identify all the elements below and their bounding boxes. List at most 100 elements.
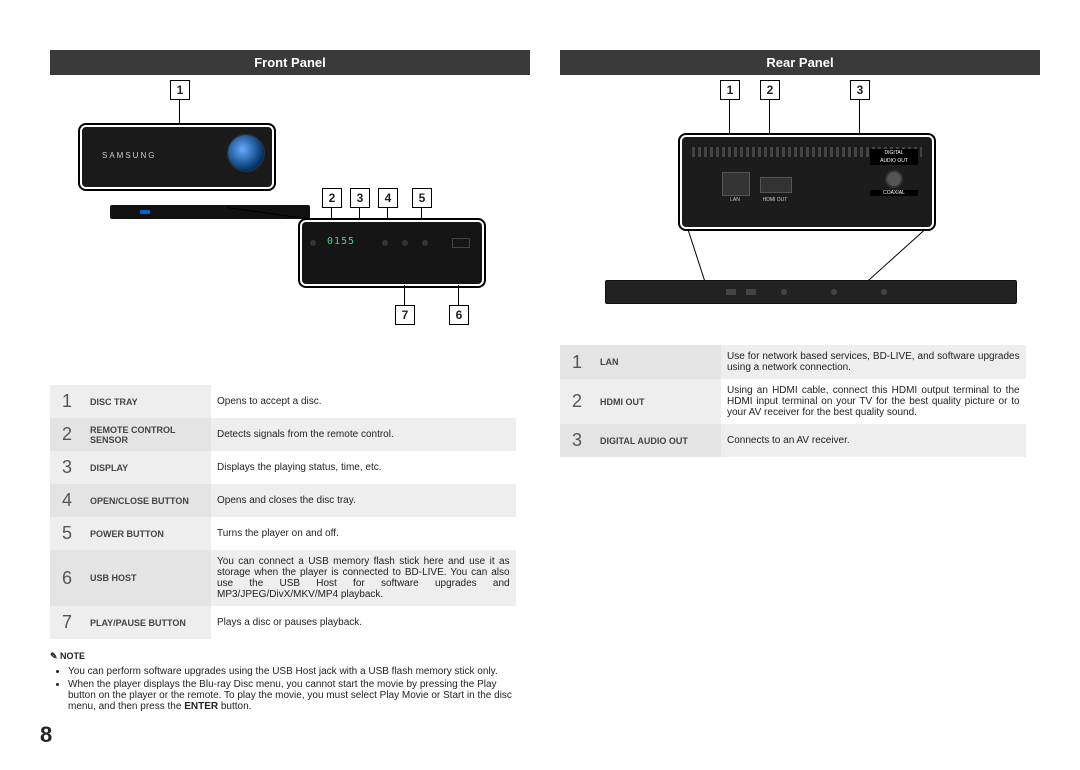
mini-port-icon [746,289,756,295]
hdmi-port-icon [760,177,792,193]
front-panel-diagram: 1 SAMSUNG 2 3 4 5 0155 [50,80,530,380]
callout-rear-2: 2 [760,80,780,100]
table-row: 4OPEN/CLOSE BUTTONOpens and closes the d… [50,484,516,517]
callout-rear-3: 3 [850,80,870,100]
row-label: HDMI OUT [594,379,721,424]
leader-line [861,229,925,287]
row-label: PLAY/PAUSE BUTTON [84,606,211,639]
hdmi-port-label: HDMI OUT [754,197,796,203]
table-row: 3DIGITAL AUDIO OUTConnects to an AV rece… [560,424,1026,457]
mini-port-icon [726,289,736,295]
bluray-logo-icon [228,135,264,171]
leader-line [404,285,405,305]
note-item: You can perform software upgrades using … [68,666,530,677]
row-number: 6 [50,550,84,606]
brand-label: SAMSUNG [102,151,156,160]
row-desc: Using an HDMI cable, connect this HDMI o… [721,379,1026,424]
callout-front-6: 6 [449,305,469,325]
lan-port-icon [722,172,750,196]
table-row: 2REMOTE CONTROL SENSORDetects signals fr… [50,418,516,451]
page-number: 8 [40,722,52,748]
leader-line [688,229,707,286]
rear-table-body: 1LANUse for network based services, BD-L… [560,345,1026,457]
enter-keyword: ENTER [184,701,218,712]
row-number: 2 [50,418,84,451]
mini-screw-icon [881,289,887,295]
table-row: 1LANUse for network based services, BD-L… [560,345,1026,379]
rear-panel-table: 1LANUse for network based services, BD-L… [560,345,1026,457]
row-number: 2 [560,379,594,424]
callout-front-5: 5 [412,188,432,208]
note-list: You can perform software upgrades using … [68,666,530,712]
table-row: 2HDMI OUTUsing an HDMI cable, connect th… [560,379,1026,424]
row-desc: Turns the player on and off. [211,517,516,550]
leader-line [458,285,459,305]
mini-screw-icon [831,289,837,295]
audio-label-1: DIGITAL [870,149,918,157]
row-label: OPEN/CLOSE BUTTON [84,484,211,517]
leader-line [179,100,180,125]
play-pause-btn-icon [402,240,408,246]
row-desc: You can connect a USB memory flash stick… [211,550,516,606]
front-panel-header: Front Panel [50,50,530,75]
row-label: USB HOST [84,550,211,606]
callout-rear-1: 1 [720,80,740,100]
rear-slim-view [605,280,1017,304]
row-number: 3 [560,424,594,457]
row-label: DISPLAY [84,451,211,484]
manual-page: Front Panel 1 SAMSUNG 2 3 4 5 0155 [0,0,1080,770]
row-label: DISC TRAY [84,385,211,418]
row-number: 7 [50,606,84,639]
coaxial-port-icon [885,170,903,188]
row-number: 5 [50,517,84,550]
note-title: NOTE [50,651,530,662]
power-btn-icon [422,240,428,246]
row-desc: Plays a disc or pauses playback. [211,606,516,639]
rear-panel-diagram: 1 2 3 LAN HDMI OUT DIGITAL AUDIO OUT COA… [560,80,1040,340]
front-table-body: 1DISC TRAYOpens to accept a disc.2REMOTE… [50,385,516,639]
device-zoom-view: 0155 [300,220,484,286]
table-row: 3DISPLAYDisplays the playing status, tim… [50,451,516,484]
right-column: Rear Panel 1 2 3 LAN HDMI OUT DIGITAL AU… [560,50,1040,750]
callout-front-1: 1 [170,80,190,100]
row-label: REMOTE CONTROL SENSOR [84,418,211,451]
usb-port-icon [452,238,470,248]
row-desc: Use for network based services, BD-LIVE,… [721,345,1026,379]
rear-zoom-view: LAN HDMI OUT DIGITAL AUDIO OUT COAXIAL [680,135,934,229]
mini-port-icon [781,289,787,295]
sensor-dot-icon [310,240,316,246]
callout-front-3: 3 [350,188,370,208]
audio-label-2: AUDIO OUT [870,157,918,165]
front-panel-table: 1DISC TRAYOpens to accept a disc.2REMOTE… [50,385,516,639]
lan-port-label: LAN [722,197,748,203]
row-label: POWER BUTTON [84,517,211,550]
row-desc: Displays the playing status, time, etc. [211,451,516,484]
audio-group: DIGITAL AUDIO OUT COAXIAL [870,149,918,196]
row-number: 1 [560,345,594,379]
rear-panel-header: Rear Panel [560,50,1040,75]
row-desc: Opens to accept a disc. [211,385,516,418]
callout-front-4: 4 [378,188,398,208]
coax-label: COAXIAL [870,190,918,196]
left-column: Front Panel 1 SAMSUNG 2 3 4 5 0155 [50,50,530,750]
row-desc: Connects to an AV receiver. [721,424,1026,457]
device-top-view: SAMSUNG [80,125,274,189]
leader-line [331,208,332,220]
row-desc: Detects signals from the remote control. [211,418,516,451]
device-slim-view [110,205,310,219]
table-row: 1DISC TRAYOpens to accept a disc. [50,385,516,418]
open-close-btn-icon [382,240,388,246]
row-label: DIGITAL AUDIO OUT [594,424,721,457]
row-number: 4 [50,484,84,517]
note-item: When the player displays the Blu-ray Dis… [68,679,530,712]
table-row: 7PLAY/PAUSE BUTTONPlays a disc or pauses… [50,606,516,639]
note-block: NOTE You can perform software upgrades u… [50,651,530,714]
callout-front-7: 7 [395,305,415,325]
table-row: 6USB HOSTYou can connect a USB memory fl… [50,550,516,606]
row-label: LAN [594,345,721,379]
row-number: 3 [50,451,84,484]
callout-front-2: 2 [322,188,342,208]
row-desc: Opens and closes the disc tray. [211,484,516,517]
display-readout: 0155 [327,236,355,247]
table-row: 5POWER BUTTONTurns the player on and off… [50,517,516,550]
